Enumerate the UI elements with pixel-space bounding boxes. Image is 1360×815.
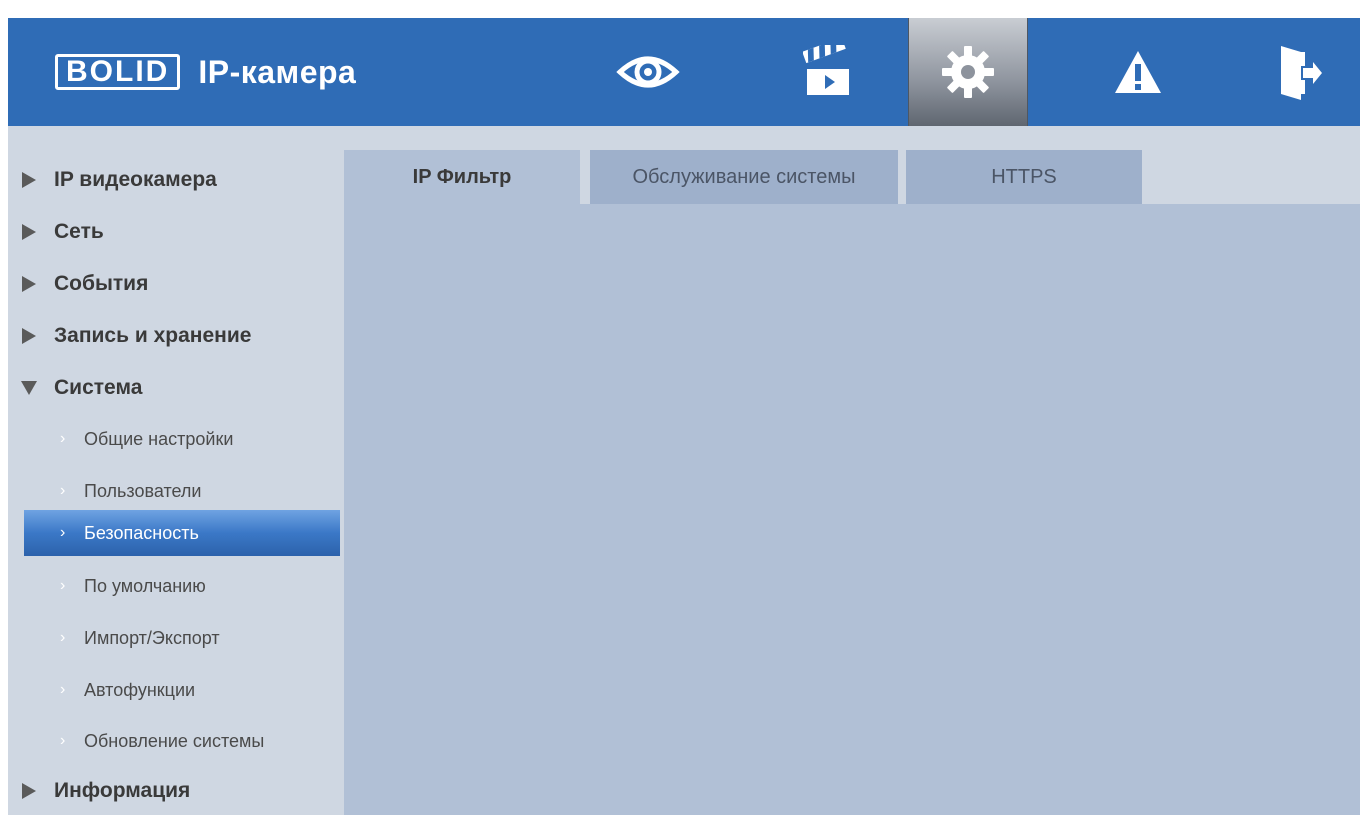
sidebar-subitem-general[interactable]: › Общие настройки <box>8 419 340 459</box>
tab-ip-filter[interactable]: IP Фильтр <box>344 150 580 204</box>
nav-playback-button[interactable] <box>768 18 888 126</box>
chevron-right-icon: › <box>60 681 66 698</box>
sidebar-item-label: Импорт/Экспорт <box>84 627 220 648</box>
sidebar-subitem-import-export[interactable]: › Импорт/Экспорт <box>8 618 340 658</box>
sidebar-menu: IP видеокамера Сеть События Запись и хра… <box>8 126 344 815</box>
caret-right-icon <box>20 327 38 345</box>
sidebar-item-label: По умолчанию <box>84 575 206 596</box>
sidebar-subitem-system-update[interactable]: › Обновление системы <box>8 721 340 761</box>
tab-label: IP Фильтр <box>412 165 512 188</box>
sidebar-item-system[interactable]: Система <box>8 368 340 408</box>
sidebar-item-label: События <box>54 272 149 295</box>
sidebar-item-label: Сеть <box>54 220 104 243</box>
sidebar-item-information[interactable]: Информация <box>8 771 340 811</box>
top-header: BOLID IP-камера <box>8 18 1360 126</box>
sidebar-subitem-defaults[interactable]: › По умолчанию <box>8 566 340 606</box>
sidebar-item-ip-camera[interactable]: IP видеокамера <box>8 160 340 200</box>
chevron-right-icon: › <box>60 430 66 447</box>
nav-live-button[interactable] <box>588 18 708 126</box>
sidebar-item-label: Система <box>54 376 143 399</box>
sidebar-item-label: Информация <box>54 779 191 802</box>
sidebar-item-label: Запись и хранение <box>54 324 252 347</box>
brand-logo: BOLID IP-камера <box>55 52 356 92</box>
eye-icon <box>616 56 680 88</box>
gear-icon <box>942 46 994 98</box>
chevron-right-icon: › <box>60 524 66 541</box>
nav-logout-button[interactable] <box>1240 18 1360 126</box>
chevron-right-icon: › <box>60 629 66 646</box>
chevron-right-icon: › <box>60 577 66 594</box>
chevron-right-icon: › <box>60 482 66 499</box>
tab-label: Обслуживание системы <box>632 165 856 188</box>
warning-icon <box>1115 51 1161 93</box>
nav-settings-button[interactable] <box>908 18 1028 126</box>
sidebar-item-events[interactable]: События <box>8 264 340 304</box>
chevron-right-icon: › <box>60 732 66 749</box>
sidebar-item-storage[interactable]: Запись и хранение <box>8 316 340 356</box>
sidebar-item-label: Обновление системы <box>84 730 265 751</box>
tab-https[interactable]: HTTPS <box>906 150 1142 204</box>
caret-right-icon <box>20 782 38 800</box>
sidebar-subitem-auto-functions[interactable]: › Автофункции <box>8 670 340 710</box>
sidebar-item-label: Безопасность <box>84 522 199 543</box>
sidebar-subitem-users[interactable]: › Пользователи <box>8 471 340 511</box>
caret-down-icon <box>20 379 38 397</box>
sidebar-item-label: Пользователи <box>84 480 202 501</box>
logout-icon <box>1281 46 1322 100</box>
caret-right-icon <box>20 223 38 241</box>
clapperboard-icon <box>803 45 849 95</box>
sidebar-item-network[interactable]: Сеть <box>8 212 340 252</box>
sidebar-item-label: Автофункции <box>84 679 196 700</box>
caret-right-icon <box>20 275 38 293</box>
nav-alarm-button[interactable] <box>1078 18 1198 126</box>
sidebar-subitem-security[interactable]: › Безопасность <box>24 510 340 556</box>
sidebar-item-label: IP видеокамера <box>54 168 217 191</box>
caret-right-icon <box>20 171 38 189</box>
tab-content-area <box>344 204 1360 815</box>
logo-mark: BOLID <box>55 54 181 90</box>
tab-label: HTTPS <box>991 165 1057 188</box>
sidebar-item-label: Общие настройки <box>84 428 234 449</box>
tab-system-maintenance[interactable]: Обслуживание системы <box>590 150 898 204</box>
app-title: IP-камера <box>198 53 357 90</box>
